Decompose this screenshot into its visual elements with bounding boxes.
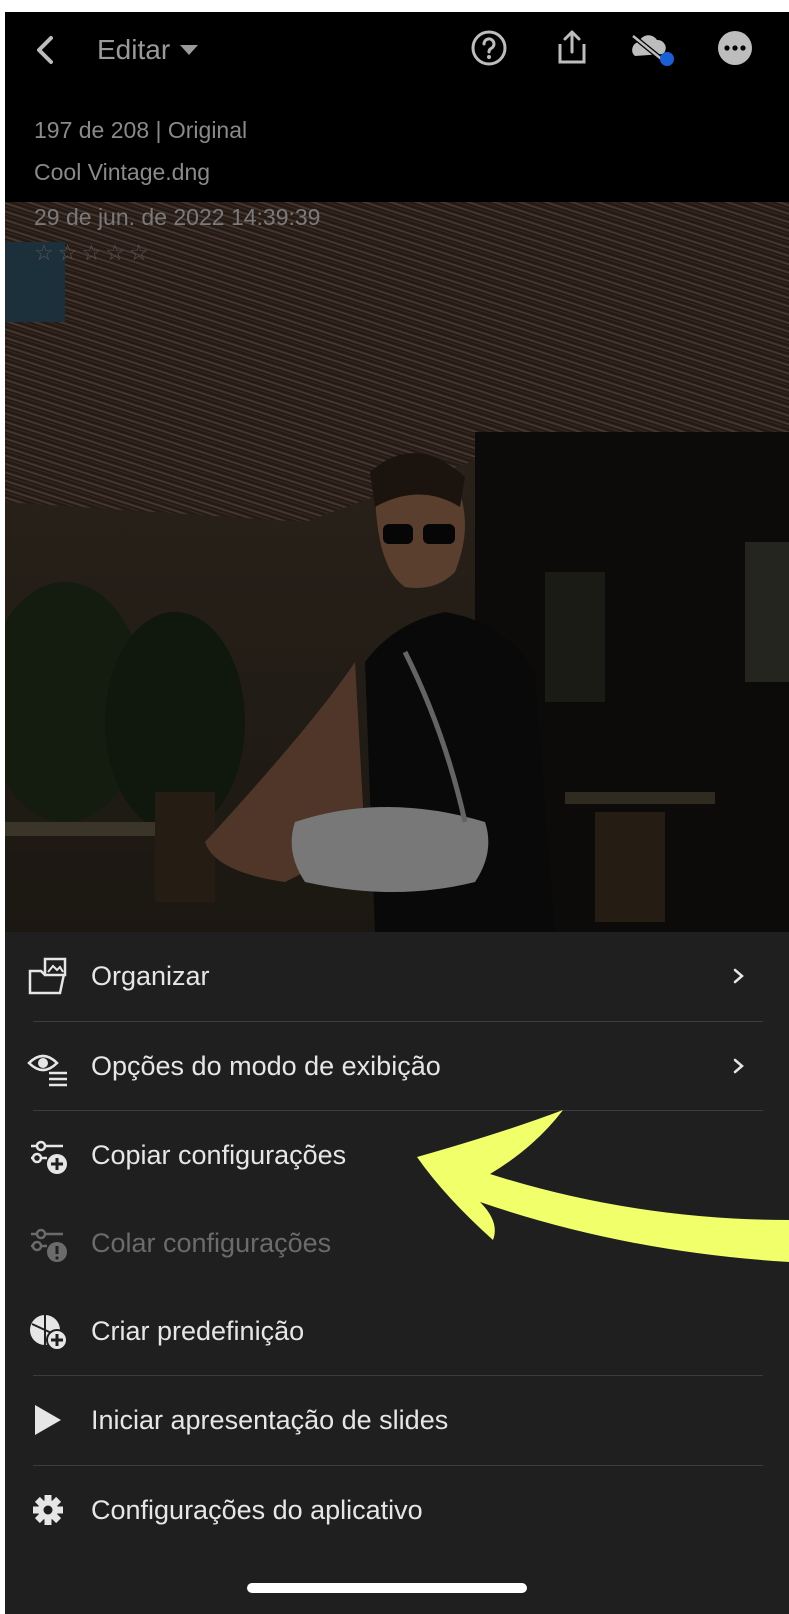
- home-indicator[interactable]: [247, 1583, 527, 1593]
- create-preset-icon: [27, 1310, 69, 1352]
- photo-datetime: 29 de jun. de 2022 14:39:39: [34, 204, 321, 230]
- view-options-icon: [27, 1045, 69, 1087]
- photo-position: 197 de 208 | Original: [34, 117, 248, 143]
- gear-icon: [27, 1489, 69, 1531]
- chevron-right-icon: [733, 1058, 744, 1074]
- app-screen: Editar 197 de 208 | Original Cool Vintag…: [5, 12, 789, 1614]
- menu-item-label: Criar predefinição: [91, 1315, 305, 1346]
- menu-item-label: Copiar configurações: [91, 1139, 347, 1170]
- chevron-right-icon: [733, 968, 744, 984]
- photo-preview[interactable]: 29 de jun. de 2022 14:39:39 ☆☆☆☆☆: [5, 202, 789, 932]
- chevron-down-icon: [180, 45, 199, 55]
- paste-settings-icon: [27, 1222, 69, 1264]
- highlight-arrow: [417, 1110, 789, 1262]
- photo-dim-overlay: [5, 202, 789, 932]
- edit-dropdown-label: Editar: [97, 34, 171, 65]
- photo-filename: Cool Vintage.dng: [34, 159, 211, 185]
- menu-item-organize[interactable]: Organizar: [5, 932, 789, 1020]
- menu-item-label: Opções do modo de exibição: [91, 1050, 441, 1081]
- organize-icon: [27, 955, 69, 997]
- menu-item-label: Organizar: [91, 960, 210, 991]
- menu-item-create-preset[interactable]: Criar predefinição: [5, 1287, 789, 1375]
- play-icon: [27, 1399, 69, 1441]
- menu-item-app-settings[interactable]: Configurações do aplicativo: [5, 1466, 789, 1554]
- menu-item-view-options[interactable]: Opções do modo de exibição: [5, 1022, 789, 1110]
- share-icon[interactable]: [550, 26, 594, 70]
- menu-item-slideshow[interactable]: Iniciar apresentação de slides: [5, 1376, 789, 1464]
- back-chevron-icon[interactable]: [27, 30, 67, 70]
- menu-item-label: Configurações do aplicativo: [91, 1494, 423, 1525]
- rating-stars[interactable]: ☆☆☆☆☆: [34, 240, 153, 266]
- menu-item-label: Iniciar apresentação de slides: [91, 1404, 449, 1435]
- top-bar: Editar 197 de 208 | Original Cool Vintag…: [5, 12, 789, 202]
- copy-settings-icon: [27, 1134, 69, 1176]
- help-icon[interactable]: [467, 26, 511, 70]
- cloud-sync-off-icon[interactable]: [627, 26, 677, 70]
- edit-dropdown[interactable]: Editar: [97, 30, 199, 70]
- more-icon[interactable]: [713, 26, 757, 70]
- menu-item-label: Colar configurações: [91, 1227, 332, 1258]
